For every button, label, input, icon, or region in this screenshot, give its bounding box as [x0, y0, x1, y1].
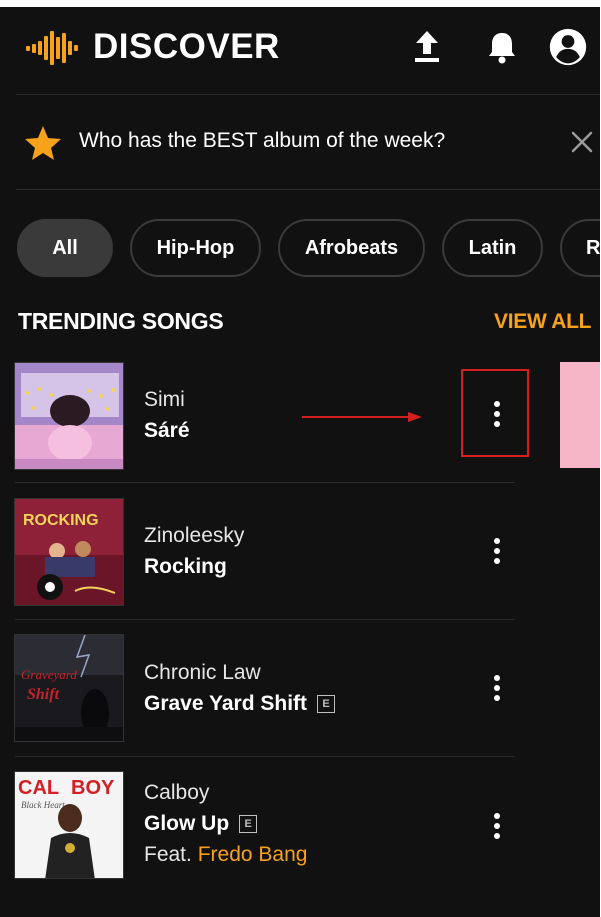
more-options-icon[interactable] [488, 811, 506, 841]
audiomack-logo-icon[interactable] [26, 31, 80, 65]
discover-screen: DISCOVER Who has the BEST album of the w… [0, 0, 600, 917]
song-title: Sáré [144, 419, 190, 442]
svg-text:BOY: BOY [71, 777, 115, 799]
song-title: Grave Yard Shift [144, 692, 308, 715]
song-title: Rocking [144, 555, 227, 578]
song-artist: Zinoleesky [144, 524, 245, 547]
upload-icon[interactable] [407, 27, 447, 67]
svg-text:Shift: Shift [27, 686, 60, 703]
announcement-banner[interactable]: Who has the BEST album of the week? [0, 95, 600, 190]
row-divider [15, 756, 515, 757]
song-row[interactable]: CAL BOY Black Heart Calboy Glow Up E Fea… [0, 770, 515, 890]
bell-icon[interactable] [482, 27, 522, 67]
annotation-arrow [302, 412, 422, 422]
song-row[interactable]: Simi Sáré [0, 361, 515, 471]
banner-text: Who has the BEST album of the week? [79, 129, 446, 152]
featured-artist-line: Feat. Fredo Bang [144, 843, 307, 867]
album-art: Graveyard Shift [14, 634, 124, 742]
status-strip [0, 0, 600, 7]
account-icon[interactable] [548, 27, 588, 67]
row-divider [15, 619, 515, 620]
song-artist: Simi [144, 388, 185, 411]
explicit-badge: E [317, 695, 336, 713]
explicit-badge: E [239, 815, 258, 833]
close-icon[interactable] [569, 129, 595, 155]
filter-chip-hip-hop[interactable]: Hip-Hop [130, 219, 261, 277]
more-options-icon[interactable] [488, 536, 506, 566]
svg-text:ROCKING: ROCKING [23, 512, 99, 529]
feat-prefix: Feat. [144, 843, 198, 866]
filter-chip-r[interactable]: R [560, 219, 600, 277]
annotation-highlight-box [461, 369, 529, 457]
row-divider [15, 482, 515, 483]
view-all-link[interactable]: VIEW ALL [494, 310, 591, 334]
song-artist: Chronic Law [144, 661, 261, 684]
filter-chip-latin[interactable]: Latin [442, 219, 543, 277]
album-art [14, 362, 124, 470]
song-row[interactable]: ROCKING Zinoleesky Rocking [0, 497, 515, 607]
svg-text:Graveyard: Graveyard [21, 667, 77, 682]
featured-artist-link[interactable]: Fredo Bang [198, 843, 308, 866]
svg-text:CAL: CAL [18, 777, 59, 799]
app-header: DISCOVER [0, 7, 600, 93]
album-art: ROCKING [14, 498, 124, 606]
album-art: CAL BOY Black Heart [14, 771, 124, 879]
section-title: TRENDING SONGS [18, 308, 224, 334]
star-icon [25, 126, 61, 160]
page-title: DISCOVER [93, 27, 280, 66]
filter-chip-afrobeats[interactable]: Afrobeats [278, 219, 425, 277]
song-title-row: Glow Up E [144, 812, 258, 836]
song-artist: Calboy [144, 781, 210, 804]
song-title-row: Grave Yard Shift E [144, 692, 336, 716]
song-row[interactable]: Graveyard Shift Chronic Law Grave Yard S… [0, 633, 515, 743]
svg-text:Black Heart: Black Heart [21, 800, 65, 810]
more-options-icon[interactable] [488, 673, 506, 703]
song-title: Glow Up [144, 812, 230, 835]
next-section-card-peek[interactable] [560, 362, 600, 468]
banner-divider [16, 189, 600, 190]
filter-chip-all[interactable]: All [17, 219, 113, 277]
